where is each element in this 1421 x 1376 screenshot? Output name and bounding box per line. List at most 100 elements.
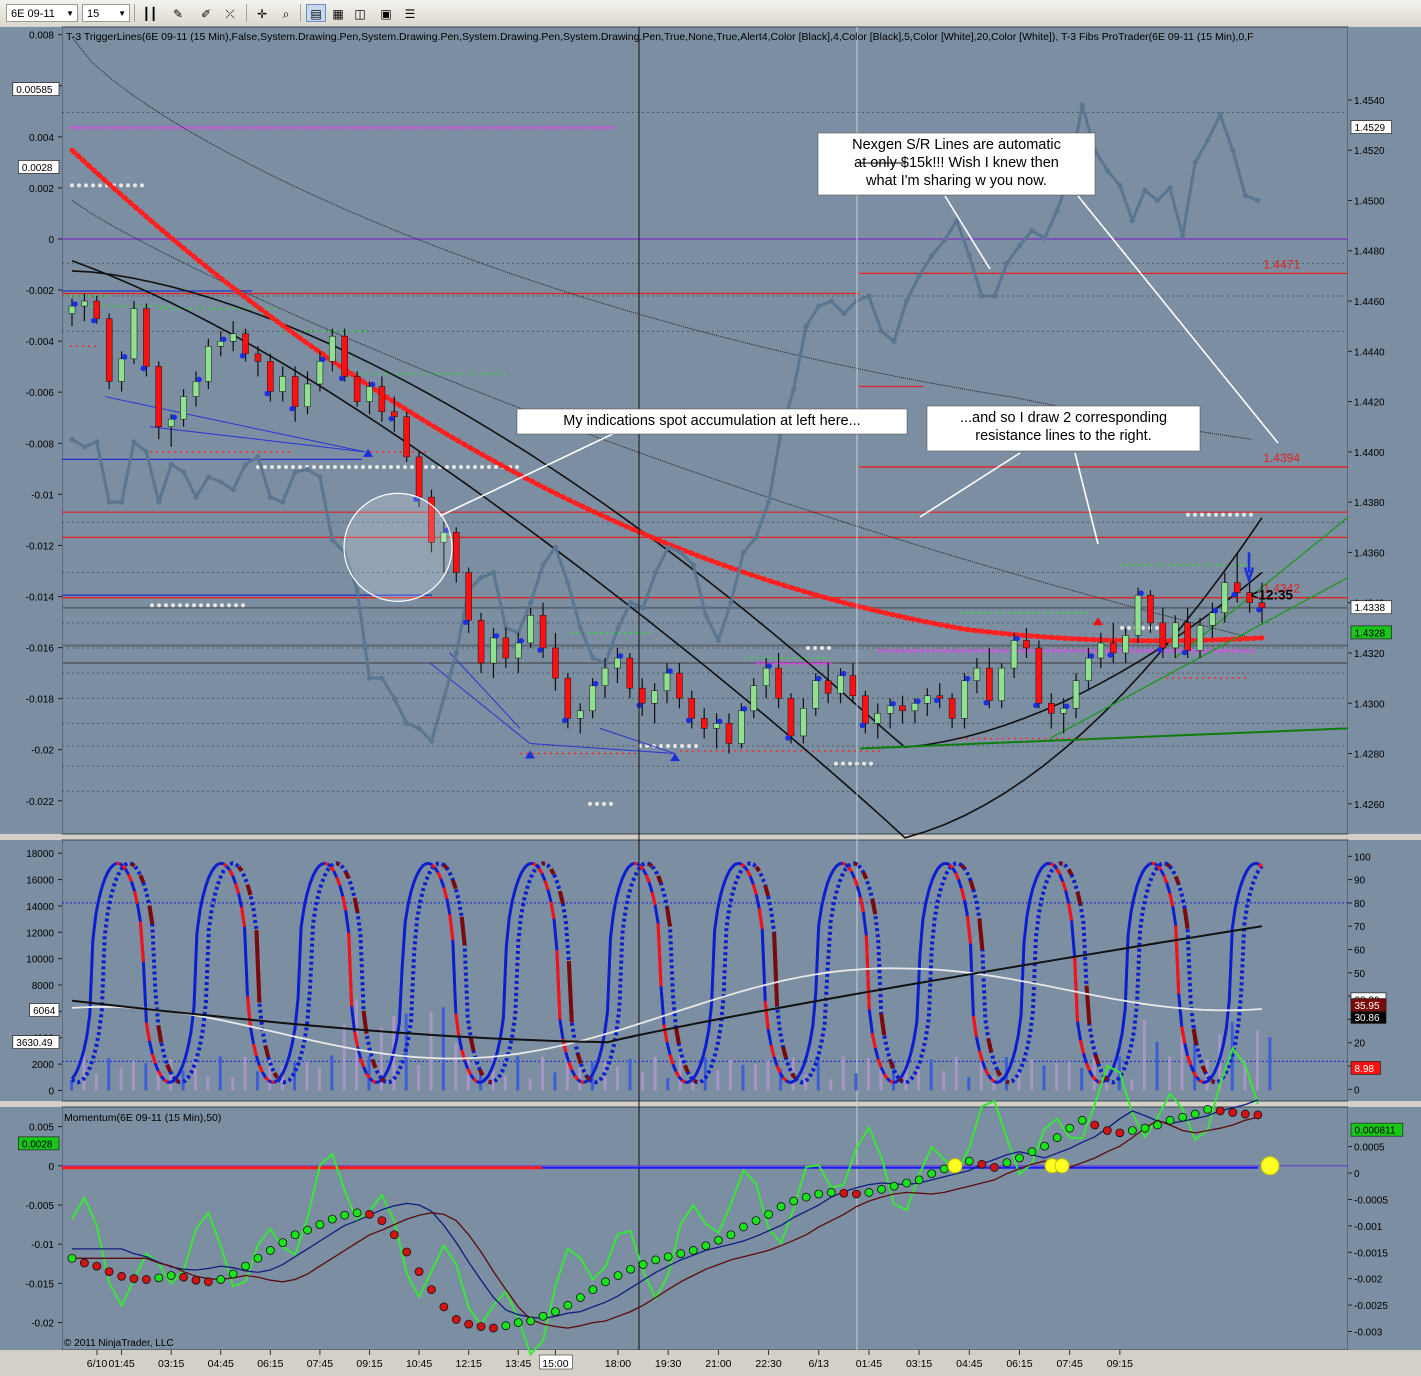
candle-dot [140,365,147,372]
strategies-icon[interactable]: ◫ [350,4,370,22]
price-line-point [1230,147,1236,153]
momentum-dot [501,1321,511,1331]
time-tick-label: 07:45 [1057,1358,1083,1370]
time-tick-label: 03:15 [906,1358,932,1370]
mom-left-tick-label: -0.02 [31,1319,54,1330]
time-tick-label: 03:15 [158,1358,184,1370]
price-line-point [391,695,397,701]
momentum-dot [191,1275,201,1285]
candle-body [81,300,88,307]
oscillator-slow-falling-segment [1102,1075,1109,1082]
candle-body [837,675,844,694]
momentum-dot [626,1264,635,1274]
osc-right-tick-label: 70 [1354,922,1366,933]
candle-dot [1212,607,1219,614]
volume-bar [305,1061,309,1091]
white-dot [70,183,74,188]
oscillator-falling-segment [1049,862,1055,867]
price-line-point [1129,217,1135,224]
volume-bar [342,1024,346,1091]
momentum-dot [764,1209,773,1219]
candle-body [1147,594,1154,624]
momentum-dot [751,1216,761,1226]
volume-bar [1130,1079,1134,1091]
data-box-icon[interactable]: ☰ [400,4,420,22]
volume-bar [854,1073,858,1091]
hide-draw-icon[interactable]: ⤫ [220,4,240,22]
bar-style-icon[interactable]: ┃┃ [140,4,160,22]
candle-dot [1157,647,1163,653]
candle-body [1010,640,1018,669]
momentum-dot [129,1274,139,1284]
white-dot [234,603,238,608]
annotation-text-line: resistance lines to the right. [975,428,1152,444]
price-left-tick-label: -0.02 [31,746,54,757]
candle-body [143,308,150,367]
volume-bar [866,1058,870,1091]
candle-body [1097,642,1105,659]
candle-body [316,361,324,385]
candle-body [564,677,572,719]
candle-dot [785,735,791,741]
oscillator-slow-falling-segment [861,871,869,880]
white-dot [1249,512,1253,517]
white-dot [480,464,484,469]
momentum-dot [1203,1104,1213,1114]
white-dot [298,464,302,469]
osc-left-tick-label: 16000 [26,876,54,887]
price-line-point [118,499,125,505]
volume-bar [1092,1058,1096,1091]
white-dot [192,603,196,608]
price-line-point [292,469,298,475]
candle-body [341,335,348,377]
interval-selector[interactable]: 15 Min▼ [82,4,130,38]
volume-bar [528,1078,532,1091]
osc-marker-label: 3630.49 [16,1038,53,1049]
momentum-dot [1178,1112,1187,1122]
magenta-plus: + [1249,645,1255,657]
osc-right-tick-label: 90 [1354,876,1366,887]
properties-icon[interactable]: ▤ [306,4,326,22]
price-left-tick-label: -0.002 [26,286,55,297]
momentum-dot [1052,1133,1062,1142]
momentum-dot [739,1222,748,1232]
candle-body [998,667,1005,702]
momentum-dot [402,1247,412,1257]
indicators-icon[interactable]: ▦ [328,4,348,22]
global-draw-icon[interactable]: ✐ [196,4,216,22]
price-right-tick-label: 1.4520 [1354,146,1385,157]
volume-bar [716,1069,720,1091]
price-marker: 0.00585 [12,82,60,96]
candle-body [626,657,634,689]
time-remaining-label: <12:35 [1251,588,1294,603]
chart-trader-icon[interactable]: ▣ [376,4,396,22]
white-dot [98,183,102,188]
volume-bar [119,1068,123,1091]
oscillator-slow-falling-segment [380,1077,386,1083]
candle-body [552,647,559,679]
price-line-point [143,449,149,455]
candle-body [304,383,311,407]
price-line-point [1104,167,1110,173]
price-line-point [366,675,373,681]
candle-dot [121,354,128,360]
oscillator-falling-segment [472,1077,478,1083]
white-dot [1155,625,1159,630]
momentum-dot [1115,1128,1125,1138]
instrument-selector[interactable]: 6E 09-11 ▼ [6,4,78,22]
candle-body [180,396,187,420]
time-tick-label: 6/13 [809,1358,830,1370]
candle-dot [983,699,990,706]
price-line-point [891,338,897,344]
zoom-icon[interactable]: ⌕ [276,4,296,22]
candle-dot [859,722,866,729]
volume-bar [967,1077,971,1091]
candle-body [986,667,993,702]
chart-area[interactable]: 0.0080.0060.0040.0020-0.002-0.004-0.006-… [0,26,1421,1376]
draw-pen-icon[interactable]: ✎ [168,4,188,22]
crosshair-icon[interactable]: ✛ [252,4,272,22]
price-line-point [453,650,459,656]
oscillator-slow-falling-segment [585,1074,592,1082]
momentum-dot [1065,1123,1075,1133]
oscillator-slow-falling-segment [549,868,556,876]
